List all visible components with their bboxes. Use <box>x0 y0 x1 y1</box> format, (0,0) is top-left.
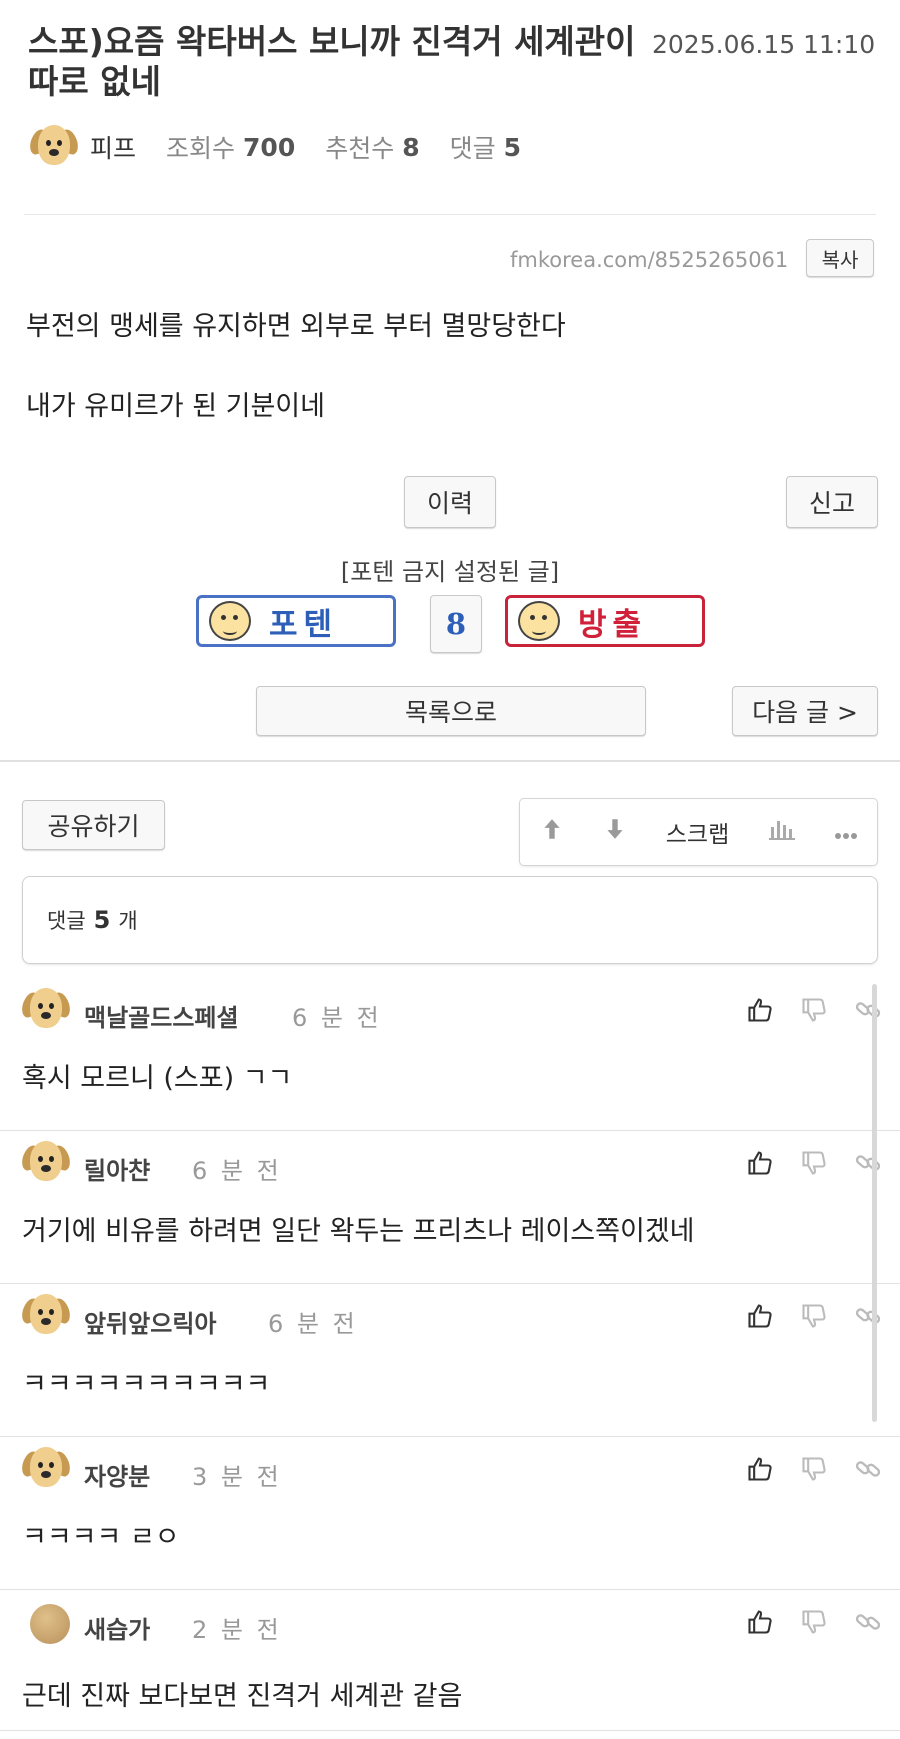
post-url[interactable]: fmkorea.com/8525265061 <box>510 248 788 272</box>
author-name[interactable]: 피프 <box>90 129 136 165</box>
link-icon[interactable] <box>854 1455 882 1483</box>
comment-time: 6 분 전 <box>192 1157 282 1185</box>
post-toolbar: 스크랩 <box>519 798 878 866</box>
commenter-avatar[interactable] <box>22 1598 70 1644</box>
thumbs-up-icon[interactable] <box>746 1455 774 1483</box>
comment-text: ㅋㅋㅋㅋㅋㅋㅋㅋㅋㅋ <box>22 1369 271 1400</box>
comment-item: 자양분 3 분 전 ㅋㅋㅋㅋ ㄹㅇ <box>0 1437 900 1590</box>
views-count: 700 <box>243 132 296 162</box>
comment-item: 앞뒤앞으릭아 6 분 전 ㅋㅋㅋㅋㅋㅋㅋㅋㅋㅋ <box>0 1284 900 1437</box>
post-title: 스포)요즘 왁타버스 보니까 진격거 세계관이 따로 없네 <box>28 22 636 101</box>
comment-time: 6 분 전 <box>268 1310 358 1338</box>
comment-actions <box>746 1455 882 1483</box>
comment-item: 새습가 2 분 전 근데 진짜 보다보면 진격거 세계관 같음 <box>0 1590 900 1731</box>
comment-actions <box>746 1608 882 1636</box>
arrow-up-icon[interactable] <box>539 816 565 848</box>
post-meta: 피프 조회수 700 추천수 8 댓글 5 <box>27 122 551 172</box>
thumbs-up-icon[interactable] <box>746 1149 774 1177</box>
section-divider <box>0 760 900 762</box>
comment-actions <box>746 996 882 1024</box>
poten-note: [포텐 금지 설정된 글] <box>340 558 560 586</box>
arrow-down-icon[interactable] <box>602 816 628 848</box>
comment-count-label: 댓글 <box>47 909 86 933</box>
report-button[interactable]: 신고 <box>786 476 878 528</box>
share-button[interactable]: 공유하기 <box>22 800 165 850</box>
post-body-line1: 부전의 맹세를 유지하면 외부로 부터 멸망당한다 <box>26 311 566 342</box>
vote-count: 8 <box>430 595 482 653</box>
comments-count: 5 <box>503 132 522 162</box>
scrap-button[interactable]: 스크랩 <box>666 815 729 849</box>
comment-text: 거기에 비유를 하려면 일단 왁두는 프리츠나 레이스쪽이겠네 <box>22 1216 695 1247</box>
thumbs-down-icon[interactable] <box>800 1455 828 1483</box>
list-button[interactable]: 목록으로 <box>256 686 646 736</box>
commenter-name[interactable]: 새습가 <box>84 1610 150 1645</box>
thumbs-up-icon[interactable] <box>746 1302 774 1330</box>
thumbs-face-icon <box>209 601 251 641</box>
link-icon[interactable] <box>854 1149 882 1177</box>
commenter-avatar[interactable] <box>19 1445 73 1493</box>
thumbs-down-icon[interactable] <box>800 996 828 1024</box>
commenter-name[interactable]: 맥날골드스페셜 <box>84 998 239 1033</box>
link-icon[interactable] <box>854 1302 882 1330</box>
comment-actions <box>746 1302 882 1330</box>
header-divider <box>24 214 876 215</box>
comment-actions <box>746 1149 882 1177</box>
comment-count-unit: 개 <box>118 909 138 933</box>
link-icon[interactable] <box>854 1608 882 1636</box>
commenter-avatar[interactable] <box>19 1292 73 1340</box>
commenter-name[interactable]: 앞뒤앞으릭아 <box>84 1304 216 1339</box>
comment-time: 6 분 전 <box>292 1004 382 1032</box>
thumbs-up-icon[interactable] <box>746 1608 774 1636</box>
author-avatar[interactable] <box>27 123 81 171</box>
recommend-label: 추천수 <box>325 134 395 163</box>
comment-item: 맥날골드스페셜 6 분 전 혹시 모르니 (스포) ㄱㄱ <box>0 978 900 1131</box>
thumbs-down-face-icon <box>518 601 560 641</box>
post-body-line2: 내가 유미르가 된 기분이네 <box>26 391 325 422</box>
comment-text: ㅋㅋㅋㅋ ㄹㅇ <box>22 1522 180 1553</box>
comments-label: 댓글 <box>449 134 496 163</box>
thumbs-down-icon[interactable] <box>800 1302 828 1330</box>
thumbs-up-icon[interactable] <box>746 996 774 1024</box>
more-icon[interactable] <box>834 818 858 846</box>
recommend-count: 8 <box>402 132 420 162</box>
next-post-button[interactable]: 다음 글 > <box>732 686 878 736</box>
views-label: 조회수 <box>166 134 236 163</box>
scrollbar[interactable] <box>872 984 877 1422</box>
comment-text: 혹시 모르니 (스포) ㄱㄱ <box>22 1063 293 1094</box>
bar-chart-icon[interactable] <box>767 817 797 847</box>
comment-text: 근데 진짜 보다보면 진격거 세계관 같음 <box>22 1681 463 1712</box>
link-icon[interactable] <box>854 996 882 1024</box>
post-date: 2025.06.15 11:10 <box>652 30 876 59</box>
history-button[interactable]: 이력 <box>404 476 496 528</box>
poten-button[interactable]: 포텐 <box>196 595 396 647</box>
comment-time: 3 분 전 <box>192 1463 282 1491</box>
comment-count-box: 댓글 5 개 <box>22 876 878 964</box>
comment-count-number: 5 <box>93 906 111 934</box>
copy-button[interactable]: 복사 <box>806 239 874 277</box>
commenter-name[interactable]: 자양분 <box>84 1457 150 1492</box>
bangchul-label: 방출 <box>578 606 648 643</box>
poten-label: 포텐 <box>269 606 339 643</box>
thumbs-down-icon[interactable] <box>800 1608 828 1636</box>
commenter-avatar[interactable] <box>19 1139 73 1187</box>
commenter-avatar[interactable] <box>19 986 73 1034</box>
comment-item: 릴아챤 6 분 전 거기에 비유를 하려면 일단 왁두는 프리츠나 레이스쪽이겠… <box>0 1131 900 1284</box>
thumbs-down-icon[interactable] <box>800 1149 828 1177</box>
comment-time: 2 분 전 <box>192 1616 282 1644</box>
bangchul-button[interactable]: 방출 <box>505 595 705 647</box>
commenter-name[interactable]: 릴아챤 <box>84 1151 150 1186</box>
